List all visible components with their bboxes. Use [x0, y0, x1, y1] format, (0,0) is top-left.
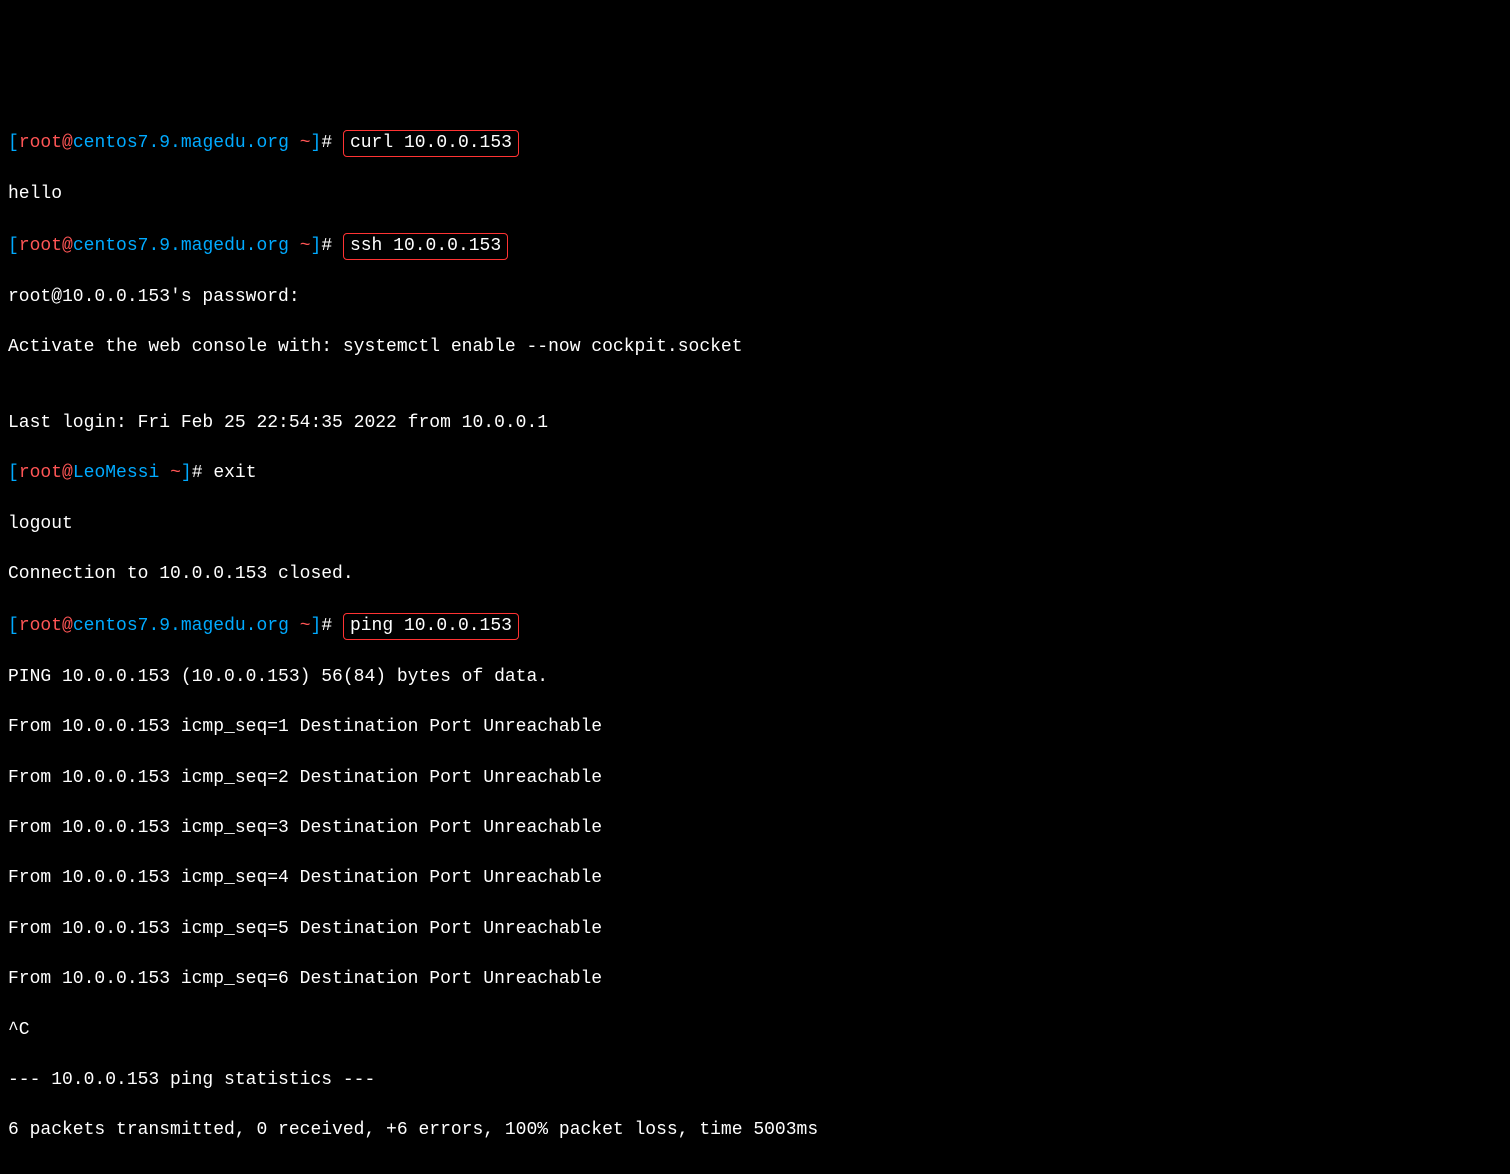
- output-closed: Connection to 10.0.0.153 closed.: [8, 562, 1502, 587]
- output-ping-4: From 10.0.0.153 icmp_seq=4 Destination P…: [8, 866, 1502, 891]
- prompt-user: root: [19, 236, 62, 256]
- prompt-hash: #: [192, 463, 203, 483]
- prompt-at: @: [62, 133, 73, 153]
- output-logout: logout: [8, 512, 1502, 537]
- output-stats: 6 packets transmitted, 0 received, +6 er…: [8, 1118, 1502, 1143]
- prompt-hash: #: [321, 236, 332, 256]
- output-ssh-password: root@10.0.0.153's password:: [8, 285, 1502, 310]
- prompt-user: root: [19, 133, 62, 153]
- prompt-host: centos7.9.magedu.org: [73, 236, 289, 256]
- prompt-host: centos7.9.magedu.org: [73, 616, 289, 636]
- command-ping: ping 10.0.0.153: [343, 613, 519, 640]
- output-hello: hello: [8, 182, 1502, 207]
- output-activate: Activate the web console with: systemctl…: [8, 335, 1502, 360]
- prompt-user: root: [19, 616, 62, 636]
- prompt-path: ~: [159, 463, 181, 483]
- bracket-close: ]: [181, 463, 192, 483]
- output-ctrlc: ^C: [8, 1018, 1502, 1043]
- output-ping-header: PING 10.0.0.153 (10.0.0.153) 56(84) byte…: [8, 665, 1502, 690]
- command-curl: curl 10.0.0.153: [343, 130, 519, 157]
- bracket-open: [: [8, 236, 19, 256]
- prompt-hash: #: [321, 616, 332, 636]
- prompt-line-messi: [root@LeoMessi ~]# exit: [8, 461, 1502, 486]
- output-ping-2: From 10.0.0.153 icmp_seq=2 Destination P…: [8, 766, 1502, 791]
- bracket-open: [: [8, 133, 19, 153]
- output-last-login: Last login: Fri Feb 25 22:54:35 2022 fro…: [8, 411, 1502, 436]
- prompt-host: centos7.9.magedu.org: [73, 133, 289, 153]
- prompt-at: @: [62, 463, 73, 483]
- prompt-line-2: [root@centos7.9.magedu.org ~]# ssh 10.0.…: [8, 233, 1502, 260]
- bracket-close: ]: [311, 616, 322, 636]
- prompt-host-messi: LeoMessi: [73, 463, 159, 483]
- output-ping-6: From 10.0.0.153 icmp_seq=6 Destination P…: [8, 967, 1502, 992]
- command-ssh: ssh 10.0.0.153: [343, 233, 508, 260]
- prompt-line-3: [root@centos7.9.magedu.org ~]# ping 10.0…: [8, 613, 1502, 640]
- prompt-path: ~: [289, 236, 311, 256]
- terminal-output[interactable]: [root@centos7.9.magedu.org ~]# curl 10.0…: [8, 105, 1502, 1174]
- bracket-open: [: [8, 463, 19, 483]
- prompt-line-1: [root@centos7.9.magedu.org ~]# curl 10.0…: [8, 130, 1502, 157]
- bracket-open: [: [8, 616, 19, 636]
- prompt-path: ~: [289, 616, 311, 636]
- bracket-close: ]: [311, 236, 322, 256]
- prompt-at: @: [62, 616, 73, 636]
- output-ping-1: From 10.0.0.153 icmp_seq=1 Destination P…: [8, 715, 1502, 740]
- bracket-close: ]: [311, 133, 322, 153]
- output-stats-header: --- 10.0.0.153 ping statistics ---: [8, 1068, 1502, 1093]
- output-ping-5: From 10.0.0.153 icmp_seq=5 Destination P…: [8, 917, 1502, 942]
- command-exit: exit: [213, 463, 256, 483]
- prompt-path: ~: [289, 133, 311, 153]
- output-ping-3: From 10.0.0.153 icmp_seq=3 Destination P…: [8, 816, 1502, 841]
- prompt-at: @: [62, 236, 73, 256]
- prompt-hash: #: [321, 133, 332, 153]
- prompt-user: root: [19, 463, 62, 483]
